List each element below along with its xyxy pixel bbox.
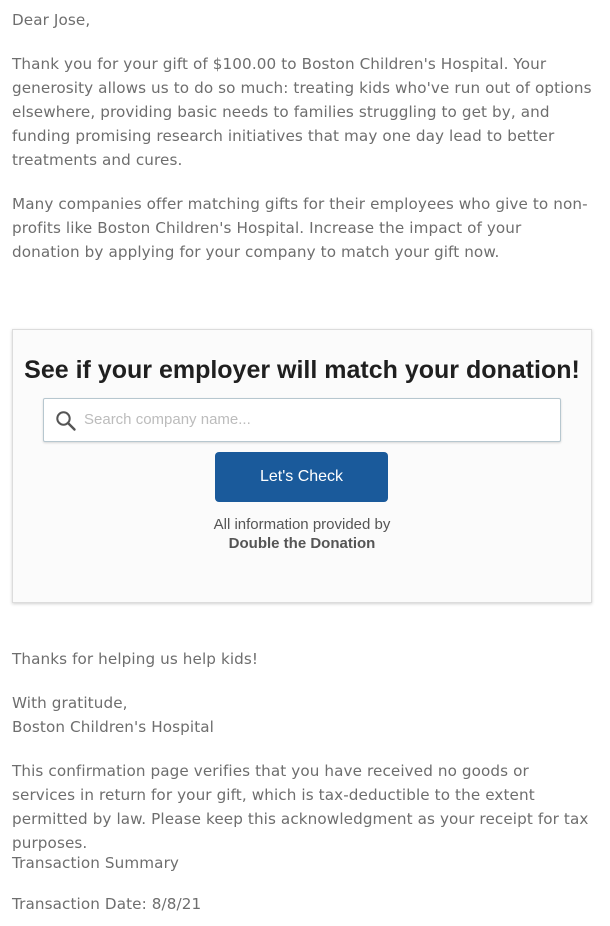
thank-you-paragraph: Thank you for your gift of $100.00 to Bo… bbox=[12, 55, 592, 169]
credit-line: All information provided by bbox=[213, 516, 391, 533]
double-the-donation-credit: Double the Donation bbox=[228, 535, 376, 552]
company-search-input[interactable] bbox=[84, 399, 544, 439]
search-icon bbox=[55, 410, 77, 432]
transaction-date: Transaction Date: 8/8/21 bbox=[12, 895, 202, 913]
thanks-line: Thanks for helping us help kids! bbox=[12, 650, 259, 668]
matching-intro-paragraph: Many companies offer matching gifts for … bbox=[12, 195, 588, 261]
closing-line: With gratitude, bbox=[12, 694, 128, 712]
company-search-box[interactable] bbox=[43, 398, 561, 442]
signature: Boston Children's Hospital bbox=[12, 718, 214, 736]
tax-note-paragraph: This confirmation page verifies that you… bbox=[12, 762, 589, 852]
greeting: Dear Jose, bbox=[12, 11, 91, 29]
transaction-summary-heading: Transaction Summary bbox=[12, 854, 180, 872]
lets-check-button[interactable]: Let's Check bbox=[215, 452, 388, 502]
match-widget-title: See if your employer will match your don… bbox=[24, 356, 580, 384]
employer-match-widget: See if your employer will match your don… bbox=[12, 329, 592, 603]
